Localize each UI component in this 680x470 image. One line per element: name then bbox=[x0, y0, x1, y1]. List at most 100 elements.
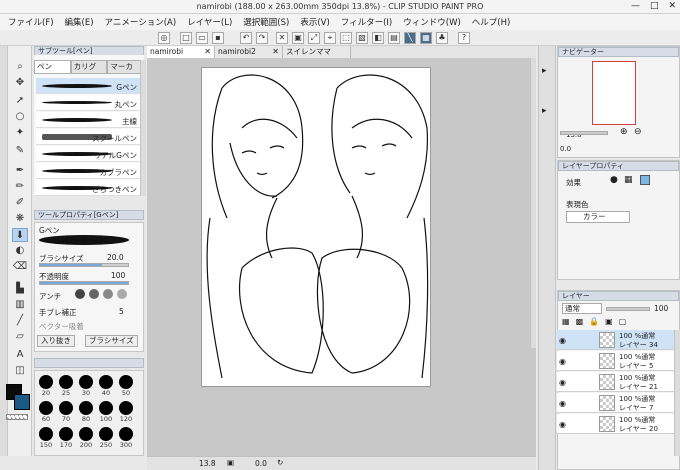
balloon-icon[interactable]: ◫ bbox=[12, 364, 28, 378]
wand-icon[interactable]: ✦ bbox=[12, 126, 28, 140]
crop-icon[interactable]: ◧ bbox=[372, 32, 384, 44]
help-icon[interactable]: ? bbox=[458, 32, 470, 44]
deselect-icon[interactable]: ⬚ bbox=[340, 32, 352, 44]
brush-size-dot[interactable] bbox=[39, 401, 53, 415]
layer-row[interactable]: ◉ 100 %通常 レイヤー 7 bbox=[557, 393, 674, 413]
antialias-strong-icon[interactable] bbox=[117, 289, 127, 299]
layer-row[interactable]: ◉ 100 %通常 レイヤー 20 bbox=[557, 414, 674, 434]
brush-size-dot[interactable] bbox=[99, 427, 113, 441]
panel-toggle-icon[interactable]: ▸ bbox=[542, 66, 547, 76]
layer-opacity-value[interactable]: 100 bbox=[654, 304, 668, 313]
clip-icon[interactable]: ▦ bbox=[562, 317, 570, 329]
visibility-eye-icon[interactable]: ◉ bbox=[559, 336, 566, 345]
expression-color-select[interactable]: カラー bbox=[566, 211, 630, 223]
new-icon[interactable]: □ bbox=[180, 32, 192, 44]
brush-size-dot[interactable] bbox=[79, 401, 93, 415]
zoom-out-icon[interactable]: ⊖ bbox=[634, 127, 642, 137]
close-tab-icon[interactable]: ✕ bbox=[272, 46, 279, 57]
pencil-icon[interactable]: ✏ bbox=[12, 180, 28, 194]
maximize-button[interactable]: □ bbox=[650, 1, 659, 11]
canvas-scrollbar[interactable] bbox=[530, 58, 536, 348]
pen-icon[interactable]: ✒ bbox=[12, 164, 28, 178]
eyedropper-icon[interactable]: ✎ bbox=[12, 144, 28, 158]
zoom-icon[interactable]: ⌕ bbox=[12, 60, 28, 74]
brush-size-dot[interactable] bbox=[119, 375, 133, 389]
brush-size-dot[interactable] bbox=[59, 427, 73, 441]
fill-bucket-icon[interactable]: ▙ bbox=[12, 282, 28, 296]
minimize-button[interactable]: — bbox=[631, 1, 640, 11]
brush-size-dot[interactable] bbox=[119, 401, 133, 415]
menu-filter[interactable]: フィルター(I) bbox=[341, 16, 392, 28]
clip-studio-icon[interactable]: ◎ bbox=[158, 32, 170, 44]
fill-icon[interactable]: ▣ bbox=[292, 32, 304, 44]
menu-window[interactable]: ウィンドウ(W) bbox=[403, 16, 461, 28]
tab-pen[interactable]: ペン bbox=[34, 60, 71, 74]
decoration-icon[interactable]: ⬇ bbox=[12, 228, 28, 242]
brush-size-dot[interactable] bbox=[99, 401, 113, 415]
brush-size-dot[interactable] bbox=[79, 427, 93, 441]
menu-file[interactable]: ファイル(F) bbox=[8, 16, 54, 28]
brush-item-kabura[interactable]: カブラペン bbox=[36, 163, 140, 179]
brush-size-dot[interactable] bbox=[119, 427, 133, 441]
menu-layer[interactable]: レイヤー(L) bbox=[187, 16, 232, 28]
subtool-scrollbar[interactable] bbox=[140, 60, 146, 196]
invert-selection-icon[interactable]: ▧ bbox=[356, 32, 368, 44]
antialias-weak-icon[interactable] bbox=[89, 289, 99, 299]
menu-view[interactable]: 表示(V) bbox=[300, 16, 329, 28]
taper-button[interactable]: 入り抜き bbox=[37, 335, 75, 347]
layer-row[interactable]: ◉ 100 %通常 レイヤー 5 bbox=[557, 351, 674, 371]
fit-icon[interactable]: ▣ bbox=[227, 458, 234, 467]
move-icon[interactable]: ✥ bbox=[12, 76, 28, 90]
navigator-zoom-slider[interactable] bbox=[560, 131, 608, 135]
lock-icon[interactable]: 🔒 bbox=[589, 317, 599, 329]
transparent-color-icon[interactable] bbox=[6, 414, 28, 420]
canvas-paper[interactable] bbox=[201, 67, 431, 387]
scale-icon[interactable]: ⌖ bbox=[324, 32, 336, 44]
layer-row[interactable]: ◉ 100 %通常 レイヤー 34 bbox=[557, 330, 674, 350]
clear-icon[interactable]: ✕ bbox=[276, 32, 288, 44]
brush-size-dot[interactable] bbox=[59, 401, 73, 415]
vector-snap-label[interactable]: ベクター吸着 bbox=[39, 321, 84, 332]
brush-item-gpen[interactable]: Gペン bbox=[36, 78, 140, 94]
visibility-eye-icon[interactable]: ◉ bbox=[559, 378, 566, 387]
menu-help[interactable]: ヘルプ(H) bbox=[472, 16, 511, 28]
brush-icon[interactable]: ✐ bbox=[12, 196, 28, 210]
figure-tool-icon[interactable]: ╱ bbox=[12, 314, 28, 328]
antialias-medium-icon[interactable] bbox=[103, 289, 113, 299]
mask-icon[interactable]: ▣ bbox=[605, 317, 613, 329]
rotate-icon[interactable]: ↻ bbox=[277, 458, 283, 467]
brush-item-main-line[interactable]: 主線 bbox=[36, 112, 140, 128]
brush-item-school[interactable]: スクールペン bbox=[36, 129, 140, 145]
effect-tone-icon[interactable]: ▦ bbox=[624, 175, 633, 185]
snap-guide-icon[interactable]: ▦ bbox=[420, 32, 432, 44]
blend-icon[interactable]: ◐ bbox=[12, 244, 28, 258]
layer-scrollbar[interactable] bbox=[674, 330, 680, 456]
opacity-slider[interactable] bbox=[39, 281, 129, 285]
text-icon[interactable]: A bbox=[12, 348, 28, 362]
redo-icon[interactable]: ↷ bbox=[256, 32, 268, 44]
transform-icon[interactable]: ⤢ bbox=[308, 32, 320, 44]
visibility-eye-icon[interactable]: ◉ bbox=[559, 399, 566, 408]
brush-item-maru[interactable]: 丸ペン bbox=[36, 95, 140, 111]
layer-icon[interactable]: ▤ bbox=[388, 32, 400, 44]
menu-edit[interactable]: 編集(E) bbox=[65, 16, 94, 28]
close-button[interactable]: ✕ bbox=[668, 1, 676, 11]
effect-color-icon[interactable] bbox=[640, 175, 650, 185]
undo-icon[interactable]: ↶ bbox=[240, 32, 252, 44]
operation-icon[interactable]: ➚ bbox=[12, 94, 28, 108]
brush-size-dot[interactable] bbox=[79, 375, 93, 389]
frame-icon[interactable]: ▱ bbox=[12, 330, 28, 344]
brush-size-dot[interactable] bbox=[59, 375, 73, 389]
brush-item-rough[interactable]: ざらつきペン bbox=[36, 180, 140, 196]
brush-size-dot[interactable] bbox=[39, 375, 53, 389]
sub-color-swatch[interactable] bbox=[14, 394, 30, 410]
antialias-none-icon[interactable] bbox=[75, 289, 85, 299]
navigator-preview[interactable] bbox=[592, 61, 636, 125]
visibility-eye-icon[interactable]: ◉ bbox=[559, 357, 566, 366]
gradient-icon[interactable]: ▥ bbox=[12, 298, 28, 312]
brush-size-dot[interactable] bbox=[99, 375, 113, 389]
reference-icon[interactable]: ▩ bbox=[576, 317, 584, 329]
snap-ruler-icon[interactable]: ╲ bbox=[404, 32, 416, 44]
eraser-icon[interactable]: ⌫ bbox=[12, 260, 28, 274]
antialias-options[interactable] bbox=[75, 289, 135, 301]
